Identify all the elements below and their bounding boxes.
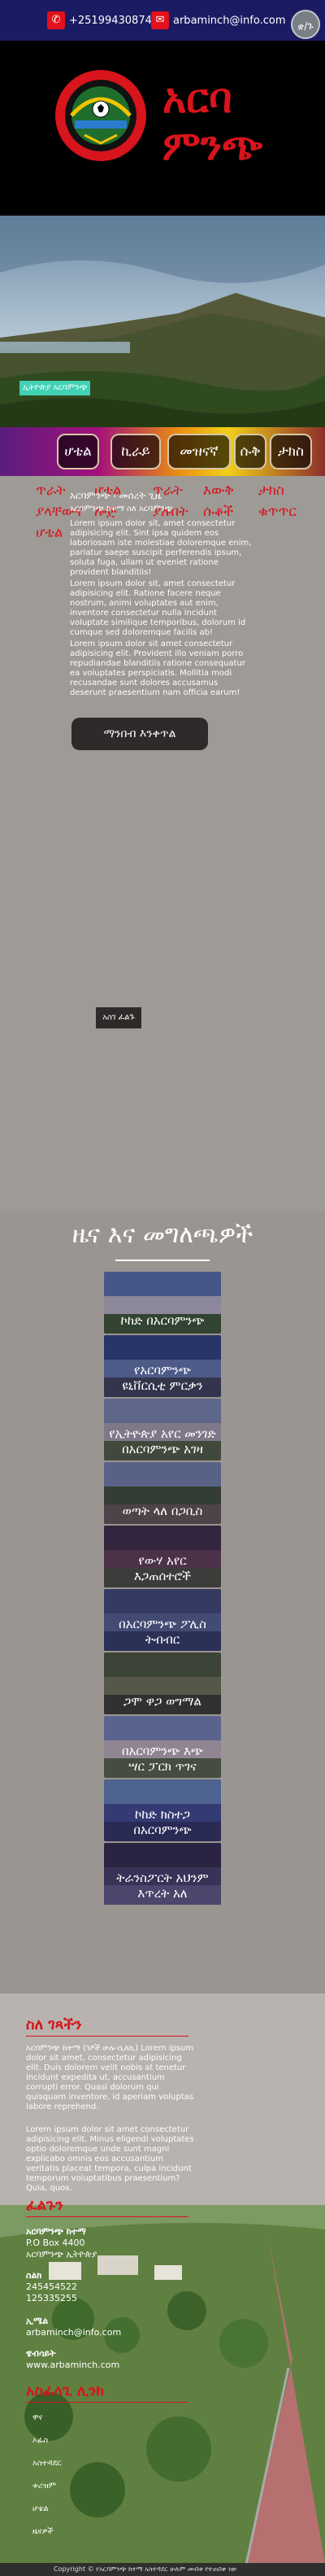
news-title-line-1: በአርባምንጭ እጭ (121, 1744, 204, 1758)
news-title-line-2: ዩኒቨርሲቲ ምርቃን (122, 1378, 203, 1393)
submenu-tax[interactable]: ታክስ ቁጥጥር (258, 480, 297, 522)
news-card-title[interactable]: ኮከድ በአርባምንጭ (104, 1313, 221, 1329)
logo-line-1: አርባ (162, 74, 232, 122)
footer-contact-heading: ፈልጉን (26, 2197, 63, 2214)
phone-label: ስልክ (26, 2270, 42, 2281)
news-card[interactable]: ኮከድ ክስተጋ በአርባምንጭ (104, 1779, 221, 1841)
phone-value[interactable]: 245454522 (26, 2281, 77, 2292)
news-title-line-1: የውሃ አየር (138, 1553, 187, 1568)
news-card[interactable]: በአርባምንጭ እጭ ሣር ፓርክ ጥገና (104, 1716, 221, 1778)
footer-link-news[interactable]: ዜናዎች (32, 2527, 54, 2536)
news-card-title[interactable]: ኮከድ ክስተጋ በአርባምንጭ (104, 1807, 221, 1838)
email-value[interactable]: arbaminch@info.com (26, 2327, 121, 2338)
about-paragraph: Lorem ipsum dolor sit, amet consectetur … (70, 519, 252, 577)
news-title-line-1: በአርባምንጭ ፖሊስ (119, 1617, 206, 1631)
news-card[interactable]: የውሃ አየር እጋጠሰተሮች (104, 1526, 221, 1587)
phone-value[interactable]: 125335255 (26, 2293, 77, 2303)
hero-location-tag: ኢትዮጵያ አርባምንጭ (20, 381, 91, 395)
copyright-bar: Copyright © የአርባምንጭ ከተማ አስተዳደር ሁሉም መብቱ የ… (0, 2563, 325, 2576)
read-more-button[interactable]: ማንበብ እንቀጥል (72, 718, 208, 750)
submenu-item[interactable]: ቁጥጥር (258, 501, 297, 522)
footer-link-office[interactable]: ኦፊስ (32, 2436, 48, 2445)
website-value[interactable]: www.arbaminch.com (26, 2360, 119, 2370)
menu-item-hotel[interactable]: ሆቴል (57, 434, 99, 469)
news-title-line-2: በአርባምንጭ (133, 1823, 192, 1837)
news-title-line-1: ኮከድ በአርባምንጭ (120, 1313, 205, 1328)
footer-link-hotel[interactable]: ሆቴል (32, 2504, 49, 2513)
news-card[interactable]: በአርባምንጭ ፖሊስ ትብብር (104, 1589, 221, 1651)
address-value: አርባምንጭ ኢትዮጵያ (26, 2249, 98, 2259)
mail-icon: ✉ (151, 11, 169, 29)
menu-item-tax[interactable]: ታክስ (270, 434, 312, 469)
news-title: ዜና እና መግለጫዎች (72, 1220, 254, 1249)
about-paragraph: Lorem ipsum dolor sit amet consectetur a… (70, 640, 245, 697)
news-card-title[interactable]: የኢትዮጵያ አየር መንገድ በአርባምንጭ አገዛ (104, 1426, 221, 1457)
email-address[interactable]: arbaminch@info.com (173, 15, 285, 27)
footer-link-admin[interactable]: አስተዳደር (32, 2459, 62, 2468)
news-card[interactable]: ትራንስፖርት አህንም እጥረት አለ (104, 1843, 221, 1905)
phone-contact[interactable]: ✆ +251994308743 (47, 11, 158, 29)
news-card-title[interactable]: የውሃ አየር እጋጠሰተሮች (104, 1553, 221, 1584)
menu-item-rental[interactable]: ኪራይ (110, 434, 161, 469)
news-title-line-2: በአርባምንጭ አገዛ (122, 1442, 203, 1456)
menu-item-entertainment[interactable]: መዝናኛ (167, 434, 231, 469)
phone-icon: ✆ (47, 11, 65, 29)
news-title-line-1: የአርባምንጭ (134, 1363, 191, 1378)
footer-divider (26, 2216, 188, 2217)
news-title-line-1: የኢትዮጵያ አየር መንገድ (109, 1426, 216, 1441)
email-contact[interactable]: ✉ arbaminch@info.com (151, 11, 285, 29)
news-card[interactable]: ወጣት ላለ በጋቢስ (104, 1462, 221, 1524)
news-card-title[interactable]: ትራንስፖርት አህንም እጥረት አለ (104, 1871, 221, 1901)
footer-link-tourism[interactable]: ቱሪዝም (32, 2482, 56, 2491)
footer-link-home[interactable]: ዋና (32, 2413, 42, 2422)
logo-line-2: ምንጭ (162, 121, 263, 169)
address-value: P.O Box 4400 (26, 2238, 85, 2248)
news-title-line-1: ጋሞ ዋጋ ወግማል (124, 1694, 202, 1709)
hero-image (0, 216, 325, 427)
footer-about-text: Lorem ipsum dolor sit amet consectetur a… (26, 2125, 194, 2193)
news-title-line-2: እጥረት አለ (137, 1886, 188, 1901)
footer-divider (26, 2036, 188, 2037)
email-label: ኢሜል (26, 2316, 49, 2326)
phone-number[interactable]: +251994308743 (69, 15, 158, 27)
footer-divider (26, 2402, 188, 2403)
news-title-line-2: እጋጠሰተሮች (133, 1569, 192, 1583)
address-label: አርባምንጭ ከተማ (26, 2226, 86, 2237)
news-card-title[interactable]: በአርባምንጭ ፖሊስ ትብብር (104, 1617, 221, 1648)
news-title-line-1: ኮከድ ክስተጋ (135, 1807, 190, 1822)
news-card-title[interactable]: ጋሞ ዋጋ ወግማል (104, 1694, 221, 1709)
news-title-line-2: ሣር ፓርክ ጥገና (128, 1759, 197, 1774)
title-underline (115, 1260, 210, 1261)
language-toggle-button[interactable]: ቋ/ጉ (291, 10, 320, 39)
city-emblem-icon (55, 70, 146, 161)
news-card-title[interactable]: በአርባምንጭ እጭ ሣር ፓርክ ጥገና (104, 1744, 221, 1775)
footer-about-text: አርባምንጭ ከተማ (ገፆች ሁሉ-ሲለኪ) Lorem ipsum dolo… (26, 2044, 194, 2111)
news-card[interactable]: ጋሞ ዋጋ ወግማል (104, 1653, 221, 1714)
news-title-line-1: ትራንስፖርት አህንም (116, 1871, 209, 1885)
news-card-title[interactable]: የአርባምንጭ ዩኒቨርሲቲ ምርቃን (104, 1363, 221, 1394)
news-card[interactable]: የኢትዮጵያ አየር መንገድ በአርባምንጭ አገዛ (104, 1399, 221, 1460)
news-title-line-2: ትብብር (145, 1632, 180, 1647)
about-subtitle: አርባምንጭ ከተማ ስለ አርባምንጭ (70, 504, 173, 513)
footer-links-heading: አስፈላጊ ሊንክ (26, 2382, 104, 2399)
footer-about-heading: ስለ ገጻችን (26, 2016, 82, 2033)
secondary-button[interactable]: አስገ ፈልጉ (96, 1007, 141, 1028)
news-card-title[interactable]: ወጣት ላለ በጋቢስ (104, 1504, 221, 1519)
submenu-item[interactable]: ታክስ (258, 480, 297, 501)
news-card[interactable]: የአርባምንጭ ዩኒቨርሲቲ ምርቃን (104, 1335, 221, 1397)
about-paragraph: Lorem ipsum dolor sit, amet consectetur … (70, 579, 246, 637)
about-title: አርባምንጭ ፡ መሰረት ጊዜ (70, 490, 162, 501)
menu-item-shop[interactable]: ሱቅ (234, 434, 266, 469)
news-card[interactable]: ኮከድ በአርባምንጭ (104, 1272, 221, 1334)
news-title-line-1: ወጣት ላለ በጋቢስ (122, 1504, 203, 1518)
website-label: ዌብሳይት (26, 2348, 56, 2359)
logo-wordmark: አርባ ምንጭ (162, 75, 262, 169)
